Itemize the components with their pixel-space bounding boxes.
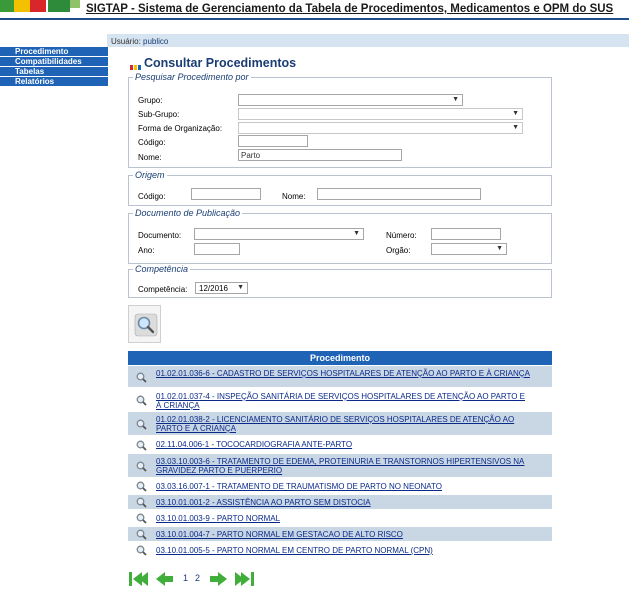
sidebar-item-compatibilidades[interactable]: Compatibilidades bbox=[0, 57, 108, 67]
competencia-select[interactable]: 12/2016 ▼ bbox=[195, 282, 248, 294]
search-button[interactable] bbox=[128, 305, 161, 343]
codigo-label: Código: bbox=[138, 138, 166, 147]
orgao-label: Orgão: bbox=[386, 246, 411, 255]
procedure-link[interactable]: 01.02.01.037-4 - INSPEÇÃO SANITÁRIA DE S… bbox=[156, 392, 532, 410]
codigo-input[interactable] bbox=[238, 135, 308, 147]
origem-nome-label: Nome: bbox=[282, 192, 306, 201]
documento-label: Documento: bbox=[138, 231, 182, 240]
origem-codigo-input[interactable] bbox=[191, 188, 261, 200]
ano-input[interactable] bbox=[194, 243, 240, 255]
subgrupo-label: Sub-Grupo: bbox=[138, 110, 180, 119]
logo-bar-lightgreen bbox=[70, 0, 80, 8]
search-icon[interactable] bbox=[136, 440, 147, 451]
origem-legend: Origem bbox=[135, 170, 165, 180]
chevron-down-icon: ▼ bbox=[353, 230, 360, 237]
competencia-fieldset: Competência bbox=[128, 264, 552, 298]
grupo-select[interactable]: ▼ bbox=[238, 94, 463, 106]
sidebar: Procedimento Compatibilidades Tabelas Re… bbox=[0, 47, 108, 87]
search-icon bbox=[134, 313, 158, 337]
competencia-legend: Competência bbox=[135, 264, 189, 274]
search-icon[interactable] bbox=[136, 481, 147, 492]
numero-label: Número: bbox=[386, 231, 417, 240]
logo-bar-darkgreen bbox=[48, 0, 70, 12]
last-page-icon[interactable] bbox=[233, 570, 255, 588]
procedure-link[interactable]: 03.10.01.003-9 - PARTO NORMAL bbox=[156, 514, 532, 523]
first-page-icon[interactable] bbox=[128, 570, 150, 588]
procedure-link[interactable]: 03.03.16.007-1 - TRATAMENTO DE TRAUMATIS… bbox=[156, 482, 532, 491]
numero-input[interactable] bbox=[431, 228, 501, 240]
table-row: 01.02.01.036-6 - CADASTRO DE SERVIÇOS HO… bbox=[128, 366, 552, 388]
search-icon[interactable] bbox=[136, 372, 147, 383]
search-icon[interactable] bbox=[136, 545, 147, 556]
sidebar-item-procedimento[interactable]: Procedimento bbox=[0, 47, 108, 57]
chevron-down-icon: ▼ bbox=[452, 96, 459, 103]
page-2-link[interactable]: 2 bbox=[195, 573, 200, 583]
search-icon[interactable] bbox=[136, 513, 147, 524]
table-row: 03.03.10.003-6 - TRATAMENTO DE EDEMA, PR… bbox=[128, 454, 552, 478]
previous-page-icon[interactable] bbox=[155, 570, 175, 588]
table-row: 03.10.01.001-2 - ASSISTÊNCIA AO PARTO SE… bbox=[128, 495, 552, 510]
procedure-link[interactable]: 02.11.04.006-1 - TOCOCARDIOGRAFIA ANTE-P… bbox=[156, 440, 532, 449]
table-row: 01.02.01.038-2 - LICENCIAMENTO SANITÁRIO… bbox=[128, 412, 552, 436]
competencia-label: Competência: bbox=[138, 285, 188, 294]
grupo-label: Grupo: bbox=[138, 96, 163, 105]
procedure-link[interactable]: 03.03.10.003-6 - TRATAMENTO DE EDEMA, PR… bbox=[156, 457, 532, 475]
nome-input[interactable] bbox=[238, 149, 402, 161]
procedure-link[interactable]: 03.10.01.004-7 - PARTO NORMAL EM GESTACA… bbox=[156, 530, 532, 539]
search-icon[interactable] bbox=[136, 529, 147, 540]
table-row: 03.10.01.005-5 - PARTO NORMAL EM CENTRO … bbox=[128, 543, 552, 558]
page-1-link[interactable]: 1 bbox=[183, 573, 188, 583]
origem-nome-input[interactable] bbox=[317, 188, 481, 200]
site-title: SIGTAP - Sistema de Gerenciamento da Tab… bbox=[86, 3, 614, 15]
title-bullets-icon bbox=[130, 62, 142, 72]
forma-select[interactable]: ▼ bbox=[238, 122, 523, 134]
next-page-icon[interactable] bbox=[208, 570, 228, 588]
subgrupo-select[interactable]: ▼ bbox=[238, 108, 523, 120]
table-row: 02.11.04.006-1 - TOCOCARDIOGRAFIA ANTE-P… bbox=[128, 437, 552, 453]
pesquisar-legend: Pesquisar Procedimento por bbox=[135, 72, 249, 82]
sidebar-item-tabelas[interactable]: Tabelas bbox=[0, 67, 108, 77]
chevron-down-icon: ▼ bbox=[512, 110, 519, 117]
documento-legend: Documento de Publicação bbox=[135, 208, 241, 218]
logo-bar-yellow bbox=[14, 0, 30, 12]
nome-label: Nome: bbox=[138, 153, 162, 162]
header: SIGTAP - Sistema de Gerenciamento da Tab… bbox=[0, 0, 629, 30]
procedure-link[interactable]: 01.02.01.038-2 - LICENCIAMENTO SANITÁRIO… bbox=[156, 415, 532, 433]
results-header: Procedimento bbox=[128, 351, 552, 365]
chevron-down-icon: ▼ bbox=[237, 284, 244, 291]
search-icon[interactable] bbox=[136, 419, 147, 430]
procedure-link[interactable]: 03.10.01.005-5 - PARTO NORMAL EM CENTRO … bbox=[156, 546, 532, 555]
table-row: 03.10.01.004-7 - PARTO NORMAL EM GESTACA… bbox=[128, 527, 552, 542]
forma-label: Forma de Organização: bbox=[138, 124, 223, 133]
chevron-down-icon: ▼ bbox=[512, 124, 519, 131]
header-divider bbox=[0, 18, 629, 20]
origem-codigo-label: Código: bbox=[138, 192, 166, 201]
page-title: Consultar Procedimentos bbox=[144, 56, 297, 70]
search-icon[interactable] bbox=[136, 497, 147, 508]
procedure-link[interactable]: 03.10.01.001-2 - ASSISTÊNCIA AO PARTO SE… bbox=[156, 498, 532, 507]
table-row: 01.02.01.037-4 - INSPEÇÃO SANITÁRIA DE S… bbox=[128, 389, 552, 411]
chevron-down-icon: ▼ bbox=[496, 245, 503, 252]
competencia-value: 12/2016 bbox=[199, 284, 228, 293]
logo-bar-green bbox=[0, 0, 14, 12]
user-bar: Usuário: publico bbox=[107, 34, 629, 47]
sidebar-item-relatorios[interactable]: Relatórios bbox=[0, 77, 108, 87]
table-row: 03.10.01.003-9 - PARTO NORMAL bbox=[128, 511, 552, 526]
user-name: publico bbox=[143, 37, 169, 46]
logo-bar-red bbox=[30, 0, 46, 12]
documento-select[interactable]: ▼ bbox=[194, 228, 364, 240]
user-label: Usuário: bbox=[111, 37, 141, 46]
search-icon[interactable] bbox=[136, 395, 147, 406]
ano-label: Ano: bbox=[138, 246, 155, 255]
search-icon[interactable] bbox=[136, 461, 147, 472]
orgao-select[interactable]: ▼ bbox=[431, 243, 507, 255]
procedure-link[interactable]: 01.02.01.036-6 - CADASTRO DE SERVIÇOS HO… bbox=[156, 369, 532, 378]
table-row: 03.03.16.007-1 - TRATAMENTO DE TRAUMATIS… bbox=[128, 479, 552, 494]
